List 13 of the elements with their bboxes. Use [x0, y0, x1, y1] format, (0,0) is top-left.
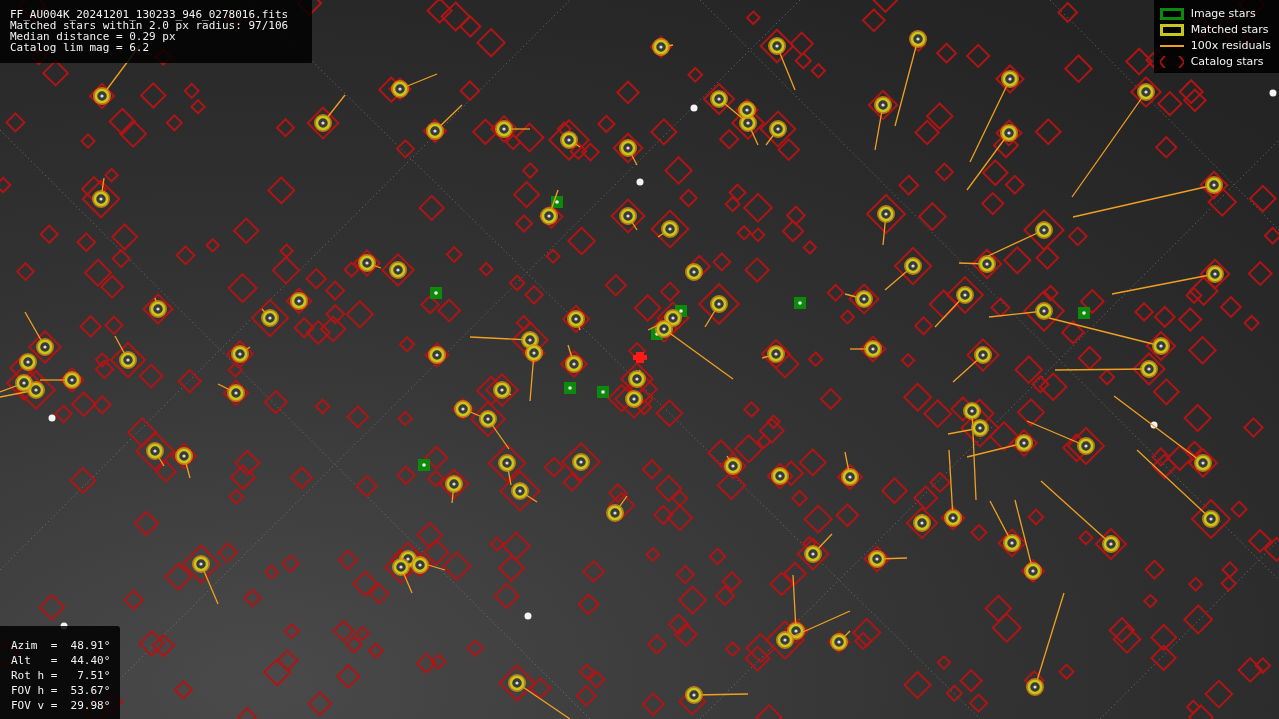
legend-label: Matched stars [1190, 23, 1269, 36]
info-line: Catalog lim mag = 6.2 [10, 42, 151, 53]
info-line: Azim = 48.91° [11, 638, 111, 653]
info-line: Median distance = 0.29 px [10, 31, 176, 42]
info-line: Matched stars within 2.0 px radius: 97/106 [10, 20, 290, 31]
legend-label: 100x residuals [1190, 39, 1271, 52]
legend-label: Image stars [1190, 7, 1256, 20]
info-line: Alt = 44.40° [11, 653, 111, 668]
legend-label: Catalog stars [1190, 55, 1264, 68]
info-line: FOV v = 29.98° [11, 698, 111, 713]
info-line: Rot h = 7.51° [11, 668, 111, 683]
info-line: FF_AU004K_20241201_130233_946_0278016.fits [10, 9, 290, 20]
info-line: FOV h = 53.67° [11, 683, 111, 698]
